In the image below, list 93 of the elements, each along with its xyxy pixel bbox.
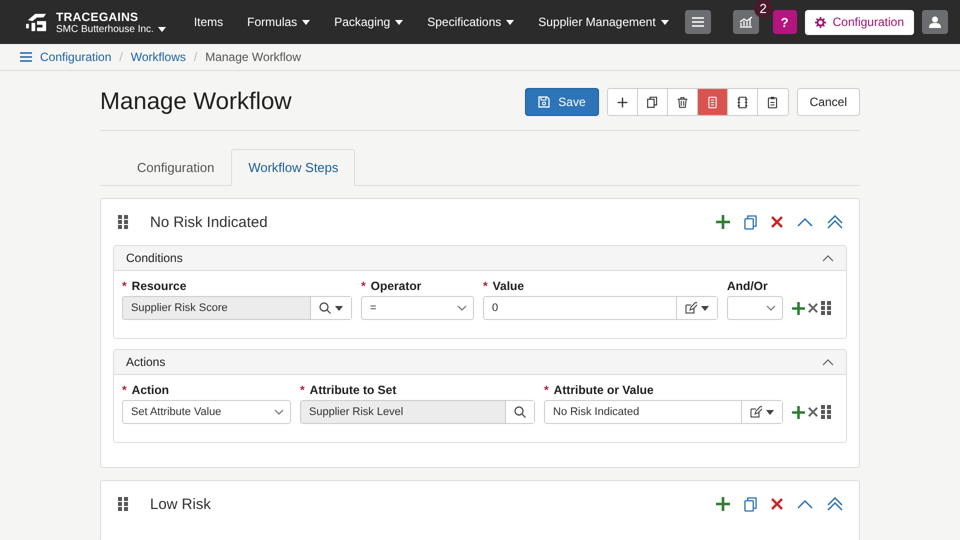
search-dropdown-button[interactable]	[310, 297, 351, 319]
chevron-down-icon	[457, 305, 467, 311]
caret-icon	[395, 20, 404, 24]
step-title: No Risk Indicated	[150, 214, 269, 230]
plus-icon[interactable]	[792, 406, 805, 418]
copy-icon[interactable]	[744, 496, 757, 512]
caret-icon	[766, 410, 774, 414]
chevron-down-icon	[766, 305, 776, 311]
copy-icon	[646, 96, 659, 108]
caret-icon	[701, 306, 709, 310]
toolbar-button[interactable]	[608, 89, 638, 115]
plus-icon[interactable]	[716, 215, 730, 229]
chevron-up-icon[interactable]	[822, 358, 834, 366]
plus-icon[interactable]	[792, 302, 805, 314]
chevron-up-icon[interactable]	[797, 499, 813, 509]
plus-icon	[616, 96, 629, 108]
cancel-button[interactable]: Cancel	[796, 88, 860, 116]
breadcrumb-link[interactable]: Configuration	[40, 50, 112, 64]
caret-icon	[302, 20, 310, 24]
nav-menu-item[interactable]: Supplier Management	[538, 15, 669, 29]
field-label: And/Or	[727, 279, 769, 293]
page-title: Manage Workflow	[100, 88, 293, 116]
field-label: * Attribute to Set	[300, 383, 398, 397]
input-field[interactable]: No Risk Indicated	[544, 400, 783, 424]
select-field[interactable]: Set Attribute Value	[122, 400, 291, 424]
select-field[interactable]: =	[361, 296, 474, 320]
drag-handle-icon[interactable]	[821, 405, 831, 419]
drag-handle-icon[interactable]	[118, 497, 128, 511]
plus-icon[interactable]	[716, 497, 730, 511]
field-label: * Resource	[122, 279, 188, 293]
select-field[interactable]	[727, 296, 783, 320]
chevron-down-icon	[274, 409, 284, 415]
drag-handle-icon[interactable]	[118, 215, 128, 229]
double-chevron-up-icon[interactable]	[827, 497, 843, 511]
nav-menu-item[interactable]: Packaging	[334, 15, 404, 29]
logo-icon	[26, 12, 48, 32]
chart-icon	[738, 16, 753, 28]
input-field[interactable]: Supplier Risk Score	[122, 296, 352, 320]
company-selector[interactable]: SMC Butterhouse Inc.	[56, 24, 166, 34]
edit-icon	[750, 406, 762, 418]
field-label: * Value	[483, 279, 526, 293]
menu-icon[interactable]	[20, 52, 32, 62]
step-title: Low Risk	[150, 496, 212, 512]
caret-icon	[660, 20, 669, 24]
breadcrumb-link[interactable]: Workflows	[130, 50, 186, 64]
save-button[interactable]: Save	[525, 88, 599, 116]
section-title: Conditions	[126, 251, 184, 265]
document-icon	[706, 96, 719, 108]
search-button[interactable]	[505, 401, 534, 423]
input-field[interactable]: 0	[483, 296, 718, 320]
input-field[interactable]: Supplier Risk Level	[300, 400, 535, 424]
tab[interactable]: Configuration	[120, 149, 232, 186]
field-label: * Action	[122, 383, 170, 397]
search-icon	[514, 406, 526, 418]
nav-menu-item[interactable]: Formulas	[247, 15, 310, 29]
caret-icon	[158, 26, 166, 32]
close-icon[interactable]	[771, 216, 783, 228]
notebook-icon	[736, 96, 749, 108]
clipboard-icon	[766, 96, 780, 108]
menu-button[interactable]	[684, 10, 711, 34]
trash-icon	[676, 96, 689, 108]
edit-dropdown-button[interactable]	[741, 401, 782, 423]
copy-icon[interactable]	[744, 214, 757, 230]
field-label: * Attribute or Value	[544, 383, 655, 397]
double-chevron-up-icon[interactable]	[827, 215, 843, 229]
menu-icon	[692, 17, 704, 27]
nav-menu-item[interactable]: Specifications	[427, 15, 514, 29]
chevron-up-icon[interactable]	[822, 254, 834, 262]
caret-icon	[335, 306, 343, 310]
chevron-up-icon[interactable]	[797, 217, 813, 227]
drag-handle-icon[interactable]	[821, 301, 831, 315]
close-icon[interactable]	[808, 303, 818, 313]
user-button[interactable]	[922, 10, 948, 34]
search-icon	[319, 302, 331, 314]
nav-menu-item[interactable]: Items	[194, 15, 224, 29]
gear-icon	[814, 16, 826, 28]
caret-icon	[506, 20, 514, 24]
section-title: Actions	[126, 355, 166, 369]
field-label: * Operator	[361, 279, 422, 293]
breadcrumb-separator: /	[119, 50, 123, 64]
close-icon[interactable]	[771, 498, 783, 510]
help-button[interactable]: ?	[772, 10, 797, 34]
configuration-button[interactable]: Configuration	[804, 10, 914, 34]
edit-icon	[685, 302, 697, 314]
close-icon[interactable]	[808, 407, 818, 417]
tab[interactable]: Workflow Steps	[231, 149, 356, 186]
notification-badge: 2	[754, 0, 773, 18]
edit-dropdown-button[interactable]	[676, 297, 717, 319]
user-icon	[929, 16, 941, 28]
analytics-button[interactable]	[732, 10, 759, 34]
breadcrumb-current: Manage Workflow	[205, 50, 302, 64]
brand-name: TRACEGAINS	[56, 10, 140, 24]
breadcrumb-separator: /	[194, 50, 198, 64]
